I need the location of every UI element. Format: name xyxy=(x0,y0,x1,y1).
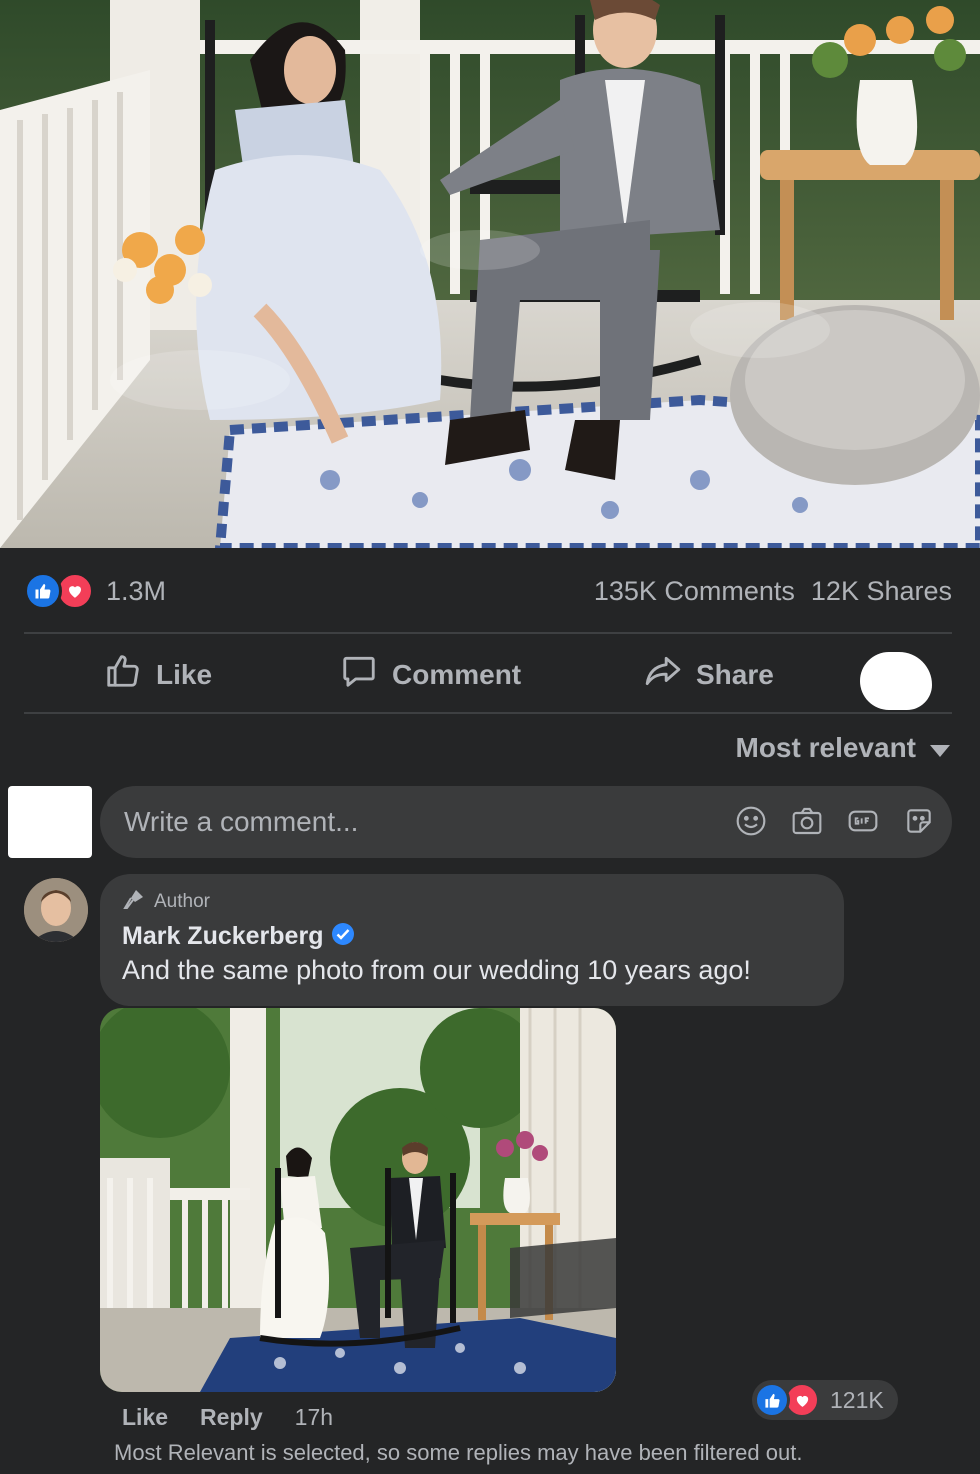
comment-photo[interactable] xyxy=(100,1008,616,1392)
like-reaction-icon xyxy=(24,572,62,610)
share-button-label: Share xyxy=(696,658,774,690)
avatar[interactable] xyxy=(24,878,88,942)
comment-bubble-icon xyxy=(340,652,378,697)
comment-bubble: Author Mark Zuckerberg And the same phot… xyxy=(100,874,844,1006)
like-button-label: Like xyxy=(156,658,213,690)
share-arrow-icon xyxy=(644,652,682,697)
like-button[interactable]: Like xyxy=(104,652,212,697)
reaction-count[interactable]: 1.3M xyxy=(106,576,166,607)
emoji-icon[interactable] xyxy=(734,804,768,838)
shares-count-link[interactable]: 12K Shares xyxy=(811,576,952,607)
reaction-icons[interactable]: 1.3M xyxy=(24,572,166,610)
comment-button[interactable]: Comment xyxy=(340,652,521,697)
share-button[interactable]: Share xyxy=(644,652,774,697)
like-reaction-icon xyxy=(754,1382,790,1418)
redacted-area xyxy=(860,652,932,710)
author-badge-label: Author xyxy=(154,891,210,912)
camera-icon[interactable] xyxy=(790,804,824,838)
filter-notice: Most Relevant is selected, so some repli… xyxy=(114,1440,803,1465)
verified-badge-icon xyxy=(331,922,355,951)
comment-button-label: Comment xyxy=(392,658,522,690)
post-photo[interactable] xyxy=(0,0,980,548)
comment-author-name[interactable]: Mark Zuckerberg xyxy=(122,922,323,951)
post-action-bar: Like Comment Share xyxy=(24,636,952,710)
caret-down-icon xyxy=(930,732,950,764)
comment-timestamp[interactable]: 17h xyxy=(295,1404,333,1431)
reaction-summary: 1.3M 135K Comments 12K Shares xyxy=(24,568,952,614)
comment-reaction-count: 121K xyxy=(830,1386,884,1413)
comment-composer[interactable] xyxy=(100,786,952,858)
comment-reactions[interactable]: 121K xyxy=(752,1380,898,1420)
sort-label: Most relevant xyxy=(735,732,917,763)
comment-meta: Like Reply 17h xyxy=(122,1404,333,1431)
divider xyxy=(24,632,952,634)
comments-count-link[interactable]: 135K Comments xyxy=(594,576,795,607)
redacted-avatar xyxy=(8,786,92,858)
comment-input[interactable] xyxy=(124,806,704,838)
gif-icon[interactable] xyxy=(846,804,880,838)
microphone-icon xyxy=(122,887,146,917)
author-badge: Author xyxy=(122,888,822,916)
comment-text: And the same photo from our wedding 10 y… xyxy=(122,955,751,985)
divider xyxy=(24,712,952,714)
sticker-icon[interactable] xyxy=(902,804,936,838)
comment-reply-link[interactable]: Reply xyxy=(200,1404,263,1431)
thumbs-up-icon xyxy=(104,652,142,697)
comment-sort-dropdown[interactable]: Most relevant xyxy=(735,732,950,764)
comment-like-link[interactable]: Like xyxy=(122,1404,168,1431)
